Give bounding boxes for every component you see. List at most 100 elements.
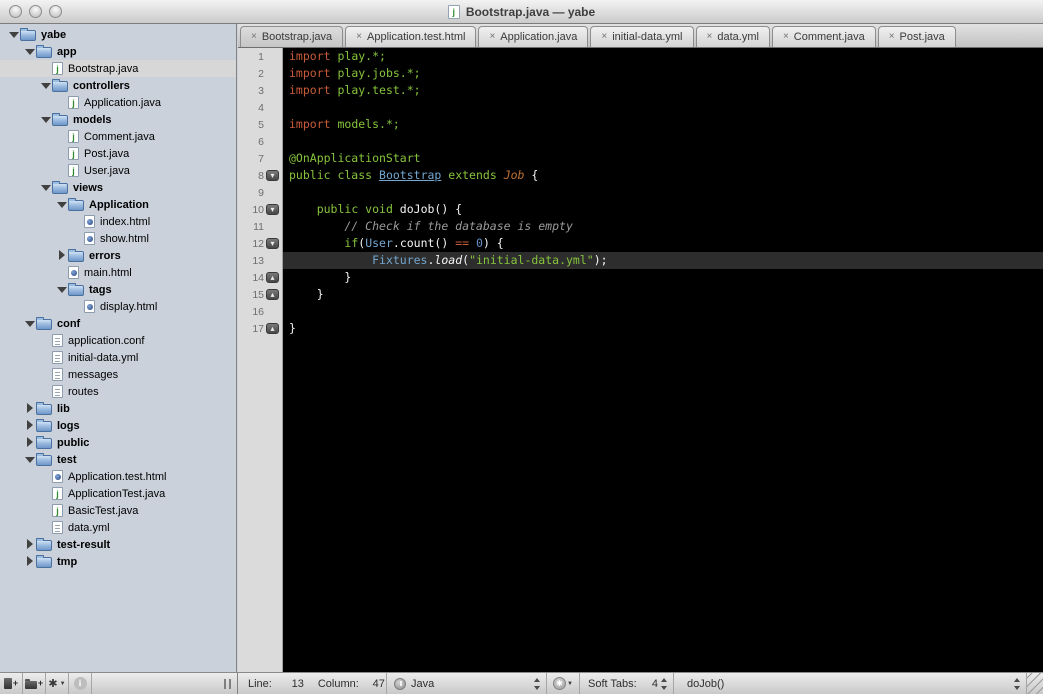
close-tab-icon[interactable]: ×	[489, 32, 495, 42]
tree-item-application.conf[interactable]: application.conf	[0, 332, 236, 349]
disclosure-triangle-icon[interactable]	[56, 199, 68, 210]
code-line[interactable]: 17▴}	[238, 320, 1043, 337]
tree-item-conf[interactable]: conf	[0, 315, 236, 332]
code-line[interactable]: 6	[238, 133, 1043, 150]
fold-marker-icon[interactable]: ▴	[266, 272, 279, 283]
tree-item-data.yml[interactable]: data.yml	[0, 519, 236, 536]
tree-item-controllers[interactable]: controllers	[0, 77, 236, 94]
tree-item-test-result[interactable]: test-result	[0, 536, 236, 553]
close-tab-icon[interactable]: ×	[251, 32, 257, 42]
tree-item-tmp[interactable]: tmp	[0, 553, 236, 570]
tree-item-views[interactable]: views	[0, 179, 236, 196]
code-line[interactable]: 4	[238, 99, 1043, 116]
tree-item-Application.java[interactable]: Application.java	[0, 94, 236, 111]
tree-item-index.html[interactable]: index.html	[0, 213, 236, 230]
tab-Bootstrap.java[interactable]: ×Bootstrap.java	[240, 26, 343, 47]
drawer-resize-handle[interactable]	[224, 679, 231, 689]
tree-item-display.html[interactable]: display.html	[0, 298, 236, 315]
disclosure-triangle-icon[interactable]	[24, 403, 36, 414]
disclosure-triangle-icon[interactable]	[24, 556, 36, 567]
tree-item-BasicTest.java[interactable]: BasicTest.java	[0, 502, 236, 519]
disclosure-triangle-icon[interactable]	[8, 29, 20, 40]
disclosure-triangle-icon[interactable]	[56, 250, 68, 261]
language-selector[interactable]: Java	[387, 673, 546, 694]
tree-item-yabe[interactable]: yabe	[0, 26, 236, 43]
tree-item-Application.test.html[interactable]: Application.test.html	[0, 468, 236, 485]
tree-item-lib[interactable]: lib	[0, 400, 236, 417]
code-empty-area[interactable]	[283, 337, 1043, 672]
document-proxy-icon[interactable]: j	[448, 5, 460, 19]
tab-data.yml[interactable]: ×data.yml	[696, 26, 770, 47]
code-area[interactable]: 1import play.*;2import play.jobs.*;3impo…	[238, 48, 1043, 672]
tab-Application.test.html[interactable]: ×Application.test.html	[345, 26, 476, 47]
disclosure-triangle-icon[interactable]	[40, 114, 52, 125]
tree-item-app[interactable]: app	[0, 43, 236, 60]
code-line[interactable]: 12▾ if(User.count() == 0) {	[238, 235, 1043, 252]
disclosure-triangle-icon[interactable]	[40, 80, 52, 91]
code-line[interactable]: 13 Fixtures.load("initial-data.yml");	[238, 252, 1043, 269]
fold-marker-icon[interactable]: ▴	[266, 289, 279, 300]
soft-tabs-selector[interactable]: Soft Tabs: 4	[580, 673, 673, 694]
tree-item-Post.java[interactable]: Post.java	[0, 145, 236, 162]
editor-pane[interactable]: 1import play.*;2import play.jobs.*;3impo…	[238, 48, 1043, 672]
tree-item-tags[interactable]: tags	[0, 281, 236, 298]
tree-item-Bootstrap.java[interactable]: Bootstrap.java	[0, 60, 236, 77]
tab-Application.java[interactable]: ×Application.java	[478, 26, 588, 47]
tab-Comment.java[interactable]: ×Comment.java	[772, 26, 876, 47]
window-resize-grip[interactable]	[1026, 673, 1043, 694]
tree-item-ApplicationTest.java[interactable]: ApplicationTest.java	[0, 485, 236, 502]
fold-marker-icon[interactable]: ▾	[266, 170, 279, 181]
tab-Post.java[interactable]: ×Post.java	[878, 26, 956, 47]
tree-item-show.html[interactable]: show.html	[0, 230, 236, 247]
disclosure-triangle-icon[interactable]	[24, 539, 36, 550]
disclosure-triangle-icon[interactable]	[24, 46, 36, 57]
disclosure-triangle-icon[interactable]	[24, 454, 36, 465]
code-line[interactable]: 8▾public class Bootstrap extends Job {	[238, 167, 1043, 184]
tree-item-User.java[interactable]: User.java	[0, 162, 236, 179]
code-line[interactable]: 16	[238, 303, 1043, 320]
close-tab-icon[interactable]: ×	[783, 32, 789, 42]
fold-marker-icon[interactable]: ▴	[266, 323, 279, 334]
bundle-actions-button[interactable]: ✱ ▼	[547, 673, 579, 694]
code-line[interactable]: 3import play.test.*;	[238, 82, 1043, 99]
code-line[interactable]: 11 // Check if the database is empty	[238, 218, 1043, 235]
tree-item-Application[interactable]: Application	[0, 196, 236, 213]
editor-filler[interactable]	[238, 337, 1043, 672]
tree-item-logs[interactable]: logs	[0, 417, 236, 434]
close-window-button[interactable]	[9, 5, 22, 18]
minimize-window-button[interactable]	[29, 5, 42, 18]
close-tab-icon[interactable]: ×	[889, 32, 895, 42]
close-tab-icon[interactable]: ×	[356, 32, 362, 42]
tree-item-main.html[interactable]: main.html	[0, 264, 236, 281]
code-line[interactable]: 5import models.*;	[238, 116, 1043, 133]
zoom-window-button[interactable]	[49, 5, 62, 18]
tree-item-public[interactable]: public	[0, 434, 236, 451]
title-bar[interactable]: j Bootstrap.java — yabe	[0, 0, 1043, 24]
tree-item-messages[interactable]: messages	[0, 366, 236, 383]
new-folder-button[interactable]: +	[23, 673, 46, 694]
close-tab-icon[interactable]: ×	[707, 32, 713, 42]
code-line[interactable]: 10▾ public void doJob() {	[238, 201, 1043, 218]
code-line[interactable]: 14▴ }	[238, 269, 1043, 286]
tree-item-routes[interactable]: routes	[0, 383, 236, 400]
code-line[interactable]: 1import play.*;	[238, 48, 1043, 65]
code-line[interactable]: 2import play.jobs.*;	[238, 65, 1043, 82]
disclosure-triangle-icon[interactable]	[40, 182, 52, 193]
code-line[interactable]: 15▴ }	[238, 286, 1043, 303]
tree-item-Comment.java[interactable]: Comment.java	[0, 128, 236, 145]
disclosure-triangle-icon[interactable]	[24, 437, 36, 448]
tree-item-test[interactable]: test	[0, 451, 236, 468]
disclosure-triangle-icon[interactable]	[24, 420, 36, 431]
action-menu-button[interactable]: ✱ ▼	[46, 673, 69, 694]
tab-initial-data.yml[interactable]: ×initial-data.yml	[590, 26, 693, 47]
new-file-button[interactable]: +	[0, 673, 23, 694]
disclosure-triangle-icon[interactable]	[56, 284, 68, 295]
disclosure-triangle-icon[interactable]	[24, 318, 36, 329]
close-tab-icon[interactable]: ×	[601, 32, 607, 42]
fold-marker-icon[interactable]: ▾	[266, 204, 279, 215]
tree-item-models[interactable]: models	[0, 111, 236, 128]
code-line[interactable]: 7@OnApplicationStart	[238, 150, 1043, 167]
symbol-popup[interactable]: doJob()	[674, 673, 1026, 694]
tree-item-errors[interactable]: errors	[0, 247, 236, 264]
info-button[interactable]: i	[69, 673, 92, 694]
